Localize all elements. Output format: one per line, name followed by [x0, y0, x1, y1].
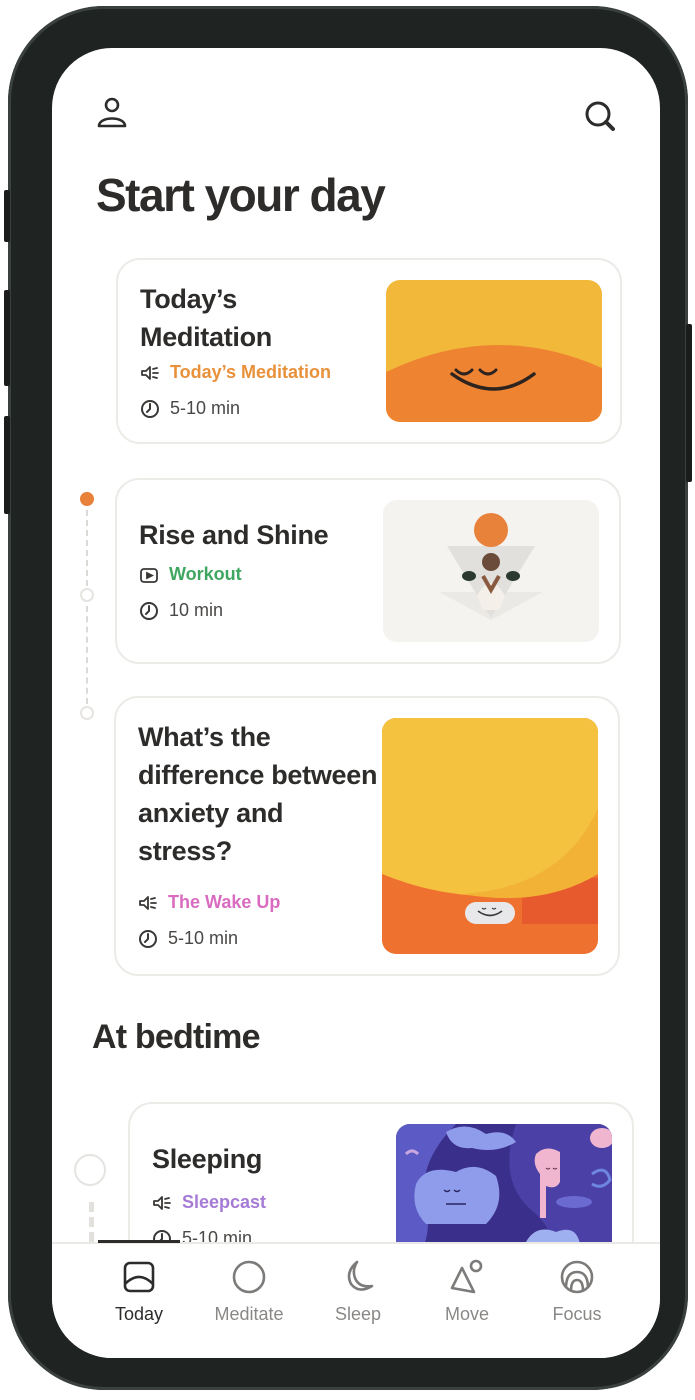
timeline-dot-active: [80, 492, 94, 506]
timeline-connector: [89, 1202, 94, 1242]
speaker-icon: [140, 363, 160, 383]
today-icon: [120, 1258, 158, 1296]
card-duration-row: 10 min: [139, 600, 223, 621]
clock-icon: [138, 929, 158, 949]
card-anxiety-vs-stress[interactable]: What’s the difference between anxiety an…: [114, 696, 620, 976]
clock-icon: [140, 399, 160, 419]
card-type-label: Sleepcast: [182, 1192, 267, 1212]
timeline-connector: [86, 606, 88, 704]
card-todays-meditation[interactable]: Today’s Meditation Today’s Meditation 5-…: [116, 258, 622, 444]
tab-meditate[interactable]: Meditate: [194, 1258, 304, 1338]
tab-focus[interactable]: Focus: [522, 1258, 632, 1338]
tab-move[interactable]: Move: [412, 1258, 522, 1338]
card-title: Today’s Meditation: [140, 284, 272, 352]
card-rise-and-shine[interactable]: Rise and Shine Workout 10 min: [115, 478, 621, 664]
card-thumbnail: [386, 280, 602, 422]
card-duration: 5-10 min: [170, 398, 241, 418]
card-duration-row: 5-10 min: [140, 398, 240, 419]
meditation-face-illustration: [386, 280, 602, 422]
focus-rings-icon: [558, 1258, 596, 1296]
card-title: Sleeping: [152, 1144, 263, 1174]
person-icon: [97, 97, 127, 128]
bottom-tab-bar: Today Meditate Sleep Move Focus: [52, 1240, 660, 1358]
card-title: Rise and Shine: [139, 520, 329, 550]
tab-label: Today: [114, 1304, 164, 1324]
card-type-label: The Wake Up: [168, 892, 281, 912]
tab-label: Meditate: [214, 1304, 284, 1324]
active-tab-indicator: [98, 1240, 180, 1243]
card-duration-row: 5-10 min: [138, 928, 238, 949]
triangle-circle-icon: [448, 1258, 486, 1296]
search-button[interactable]: [582, 98, 618, 134]
tab-today[interactable]: Today: [84, 1258, 194, 1338]
section-title-start-your-day: Start your day: [96, 169, 386, 221]
card-type-label: Workout: [169, 564, 242, 584]
timeline-dot: [80, 588, 94, 602]
side-button-volume-down: [4, 416, 10, 514]
wake-up-sunrise-illustration: [382, 718, 598, 954]
card-duration: 10 min: [169, 600, 224, 620]
speaker-icon: [138, 893, 158, 913]
card-type-row: Sleepcast: [152, 1192, 266, 1213]
workout-instructor-illustration: [383, 500, 599, 642]
profile-button[interactable]: [94, 94, 130, 130]
card-type-row: Workout: [139, 564, 242, 585]
tab-label: Sleep: [334, 1304, 382, 1324]
card-type-row: The Wake Up: [138, 892, 280, 913]
card-type-row: Today’s Meditation: [140, 362, 331, 383]
side-button-volume-up: [4, 290, 10, 386]
tab-label: Move: [444, 1304, 489, 1324]
side-button-mute: [4, 190, 10, 242]
card-duration: 5-10 min: [168, 928, 239, 948]
card-thumbnail: [382, 718, 598, 954]
card-title: What’s the difference between anxiety an…: [138, 722, 378, 866]
moon-icon: [339, 1258, 377, 1296]
circle-icon: [230, 1258, 268, 1296]
timeline-dot: [80, 706, 94, 720]
card-thumbnail: [383, 500, 599, 642]
card-type-label: Today’s Meditation: [170, 362, 332, 382]
tab-label: Focus: [552, 1304, 602, 1324]
phone-frame: Start your day Today’s Meditation Today’…: [4, 6, 692, 1390]
timeline-connector: [86, 510, 88, 586]
app-screen: Start your day Today’s Meditation Today’…: [52, 48, 660, 1358]
video-icon: [139, 565, 159, 585]
search-icon: [585, 101, 615, 131]
clock-icon: [139, 601, 159, 621]
side-button-power: [686, 324, 692, 482]
section-title-at-bedtime: At bedtime: [92, 1018, 260, 1056]
speaker-icon: [152, 1193, 172, 1213]
timeline-dot: [74, 1154, 106, 1186]
tab-sleep[interactable]: Sleep: [303, 1258, 413, 1338]
